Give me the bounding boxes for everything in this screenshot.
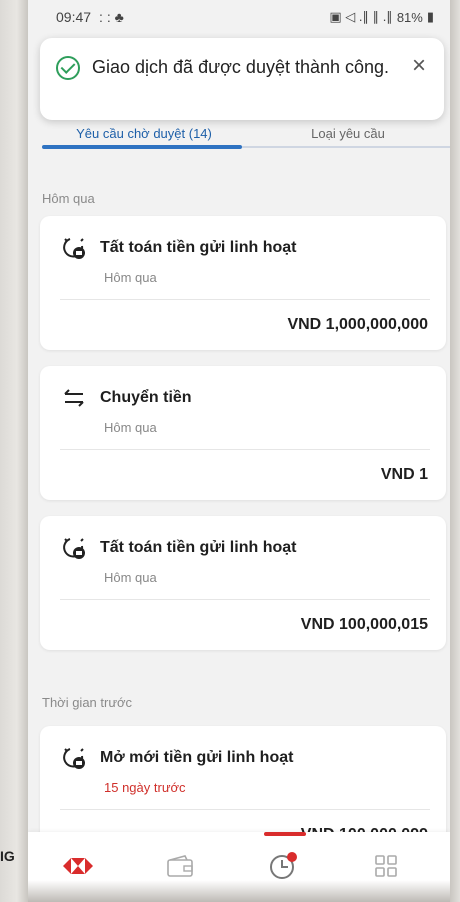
device-bezel-left xyxy=(0,0,28,902)
section-yesterday: Hôm qua xyxy=(42,191,95,206)
deposit-clock-icon xyxy=(63,538,85,559)
tab-underline xyxy=(242,146,450,148)
status-bar: 09:47 : : ♣ ▣ ◁ .∥ ∥ .∥ 81% ▮ xyxy=(28,0,450,34)
signal-icons: ▣ ◁ .∥ ∥ .∥ xyxy=(329,9,393,24)
deposit-clock-icon xyxy=(63,238,85,259)
request-card[interactable]: Tất toán tiền gửi linh hoạt Hôm qua VND … xyxy=(40,516,446,650)
bank-logo-icon xyxy=(63,858,93,874)
success-toast: Giao dịch đã được duyệt thành công. × xyxy=(40,38,444,120)
request-card[interactable]: Tất toán tiền gửi linh hoạt Hôm qua VND … xyxy=(40,216,446,350)
side-label: IG xyxy=(0,848,15,864)
card-date: 15 ngày trước xyxy=(104,780,186,795)
battery-icon: ▮ xyxy=(426,9,434,24)
device-bezel-right xyxy=(450,0,460,902)
status-left-icons: : : ♣ xyxy=(99,9,124,25)
card-title: Tất toán tiền gửi linh hoạt xyxy=(100,239,297,256)
deposit-clock-icon xyxy=(63,748,85,769)
card-title: Chuyển tiền xyxy=(100,389,192,406)
request-card[interactable]: Chuyển tiền Hôm qua VND 1 xyxy=(40,366,446,500)
card-title: Tất toán tiền gửi linh hoạt xyxy=(100,539,297,556)
card-title: Mở mới tiền gửi linh hoạt xyxy=(100,749,294,766)
toast-message: Giao dịch đã được duyệt thành công. xyxy=(92,57,390,77)
card-amount: VND 1 xyxy=(380,466,428,483)
bottom-shadow xyxy=(28,880,450,902)
active-nav-indicator xyxy=(264,832,306,836)
phone-screen: 09:47 : : ♣ ▣ ◁ .∥ ∥ .∥ 81% ▮ Giao dịch … xyxy=(28,0,450,902)
card-date: Hôm qua xyxy=(104,570,157,585)
card-date: Hôm qua xyxy=(104,270,157,285)
card-date: Hôm qua xyxy=(104,420,157,435)
section-earlier: Thời gian trước xyxy=(42,695,133,710)
card-amount: VND 1,000,000,000 xyxy=(287,316,428,333)
card-amount: VND 100,000,015 xyxy=(300,616,428,633)
clock-icon xyxy=(270,852,297,879)
transfer-arrows-icon xyxy=(64,389,84,407)
active-tab-indicator xyxy=(42,145,242,149)
status-time: 09:47 xyxy=(56,9,92,25)
close-icon[interactable]: × xyxy=(412,54,426,78)
grid-icon xyxy=(375,855,397,877)
wallet-icon xyxy=(167,855,193,877)
battery-level: 81% xyxy=(396,9,423,25)
check-circle-icon xyxy=(56,56,80,80)
